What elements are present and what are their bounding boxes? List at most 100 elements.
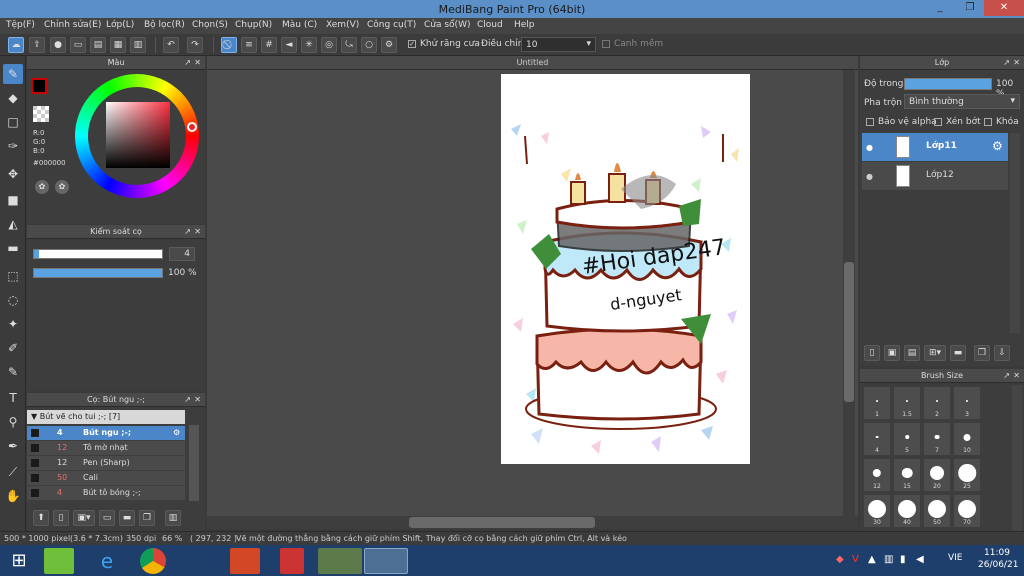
close-icon[interactable]: ✕ [1013, 56, 1020, 70]
ellipse-snap-icon[interactable]: ○ [361, 37, 377, 53]
clip-checkbox[interactable] [934, 118, 942, 126]
brush-list-scrollbar[interactable] [189, 425, 199, 501]
brush-size-cell[interactable]: 7 [924, 423, 950, 455]
circle-snap-icon[interactable]: ◎ [321, 37, 337, 53]
brush-size-value[interactable]: 4 [169, 247, 195, 261]
folder-icon[interactable]: ▬ [119, 510, 135, 526]
new-icon[interactable]: ▯ [53, 510, 69, 526]
layer-row-lop11[interactable]: ● Lớp11 ⚙ [862, 133, 1008, 161]
parallel-snap-icon[interactable]: ≡ [241, 37, 257, 53]
grid-list-icon[interactable]: ▦ [110, 37, 126, 53]
windows-start-icon[interactable]: ⊞ [2, 548, 36, 574]
brush-item[interactable]: 12 Pen (Sharp) [27, 456, 185, 470]
curve-snap-icon[interactable]: ⤿ [341, 37, 357, 53]
layer-scrollbar[interactable] [1010, 133, 1020, 333]
menu-file[interactable]: Tệp(F) [6, 20, 35, 30]
brush-size-cell[interactable]: 70 [954, 495, 980, 527]
brush-menu-icon[interactable]: ▣▾ [73, 510, 95, 526]
menu-view[interactable]: Xem(V) [326, 20, 359, 30]
radial-snap-icon[interactable]: ✳ [301, 37, 317, 53]
layer-opacity-slider[interactable] [904, 78, 992, 90]
clock-time[interactable]: 11:09 [984, 548, 1010, 558]
panel-icon[interactable]: ▥ [130, 37, 146, 53]
rect-tool-icon[interactable]: □ [3, 112, 23, 132]
add-brush-icon[interactable]: ⬆ [33, 510, 49, 526]
brush-item[interactable]: 4 Bút tô bóng ;-; [27, 486, 185, 500]
settings-icon[interactable]: ⚙ [381, 37, 397, 53]
volume-icon[interactable]: ◀ [916, 554, 924, 565]
new-8bit-layer-icon[interactable]: ▤ [904, 345, 920, 361]
close-icon[interactable]: ✕ [1013, 369, 1020, 383]
layer-row-lop12[interactable]: ● Lớp12 [862, 162, 1008, 190]
text-tool-icon[interactable]: T [3, 388, 23, 408]
network-icon[interactable]: ▥ [884, 554, 893, 565]
cloud-icon[interactable]: ☁ [8, 37, 24, 53]
eye-icon[interactable]: ● [866, 143, 873, 152]
redo-icon[interactable]: ↷ [187, 37, 203, 53]
brush-size-cell[interactable]: 20 [924, 459, 950, 491]
chat-icon[interactable]: ▭ [70, 37, 86, 53]
close-button[interactable]: ✕ [984, 0, 1024, 16]
brush-size-scrollbar[interactable] [1012, 385, 1022, 531]
float-icon[interactable]: ↗ [1003, 369, 1010, 383]
duplicate-layer-icon[interactable]: ❐ [974, 345, 990, 361]
palette-add-icon[interactable]: ✿ [55, 180, 69, 194]
close-icon[interactable]: ✕ [194, 56, 201, 70]
magic-wand-icon[interactable]: ✦ [3, 314, 23, 334]
close-icon[interactable]: ✕ [194, 225, 201, 239]
menu-capture[interactable]: Chụp(N) [235, 20, 272, 30]
brush-size-slider[interactable] [33, 249, 163, 259]
brush-size-cell[interactable]: 15 [894, 459, 920, 491]
move-tool-icon[interactable]: ✥ [3, 164, 23, 184]
primary-color-swatch[interactable] [31, 78, 47, 94]
brush-size-cell[interactable]: 1.5 [894, 387, 920, 419]
menu-cloud[interactable]: Cloud [477, 20, 503, 30]
tray-up-icon[interactable]: ▲ [868, 554, 876, 565]
menu-window[interactable]: Cửa sổ(W) [424, 20, 470, 30]
clock-date[interactable]: 26/06/21 [978, 560, 1018, 570]
lock-checkbox[interactable] [984, 118, 992, 126]
lasso-tool-icon[interactable]: ◌ [3, 290, 23, 310]
tray-v-icon[interactable]: V [852, 554, 859, 565]
undo-icon[interactable]: ↶ [163, 37, 179, 53]
menu-edit[interactable]: Chỉnh sửa(E) [44, 20, 101, 30]
camtasia-icon[interactable] [318, 548, 362, 574]
float-icon[interactable]: ↗ [184, 393, 191, 407]
fill-shape-tool-icon[interactable]: ✑ [3, 136, 23, 156]
eraser-tool-icon[interactable]: ◆ [3, 88, 23, 108]
trash-icon[interactable]: ▥ [165, 510, 181, 526]
eye-icon[interactable]: ● [866, 172, 873, 181]
chrome-icon[interactable] [140, 548, 166, 574]
brush-item[interactable]: 4 Bút ngu ;-; ⚙ [27, 426, 185, 440]
menu-filter[interactable]: Bộ lọc(R) [144, 20, 185, 30]
brush-item[interactable]: 12 Tô mờ nhạt [27, 441, 185, 455]
vanishing-snap-icon[interactable]: ◄ [281, 37, 297, 53]
gradient-tool-icon[interactable]: ▬ [3, 238, 23, 258]
horizontal-scrollbar[interactable] [207, 516, 858, 529]
new-layer-icon[interactable]: ▯ [864, 345, 880, 361]
float-icon[interactable]: ↗ [184, 225, 191, 239]
hue-handle[interactable] [187, 122, 197, 132]
menu-select[interactable]: Chọn(S) [192, 20, 228, 30]
palette-icon[interactable]: ✿ [35, 180, 49, 194]
protect-alpha-checkbox[interactable] [866, 118, 874, 126]
canvas-tab[interactable]: Untitled [207, 56, 858, 70]
select-pen-icon[interactable]: ✐ [3, 338, 23, 358]
share-icon[interactable]: ⇪ [29, 37, 45, 53]
float-icon[interactable]: ↗ [184, 56, 191, 70]
brush-size-cell[interactable]: 40 [894, 495, 920, 527]
brush-size-cell[interactable]: 1 [864, 387, 890, 419]
divide-tool-icon[interactable]: ✒ [3, 436, 23, 456]
select-eraser-icon[interactable]: ✎ [3, 362, 23, 382]
signal-icon[interactable]: ▮ [900, 554, 906, 565]
brush-size-cell[interactable]: 10 [954, 423, 980, 455]
minimize-button[interactable]: _ [926, 0, 954, 16]
language-indicator[interactable]: VIE [948, 553, 963, 563]
ie-icon[interactable]: e [92, 548, 122, 574]
menu-layer[interactable]: Lớp(L) [106, 20, 134, 30]
brush-size-cell[interactable]: 25 [954, 459, 980, 491]
vertical-scrollbar[interactable] [843, 70, 855, 516]
menu-color[interactable]: Màu (C) [282, 20, 317, 30]
maximize-button[interactable]: ❐ [956, 0, 984, 16]
brush-size-cell[interactable]: 30 [864, 495, 890, 527]
